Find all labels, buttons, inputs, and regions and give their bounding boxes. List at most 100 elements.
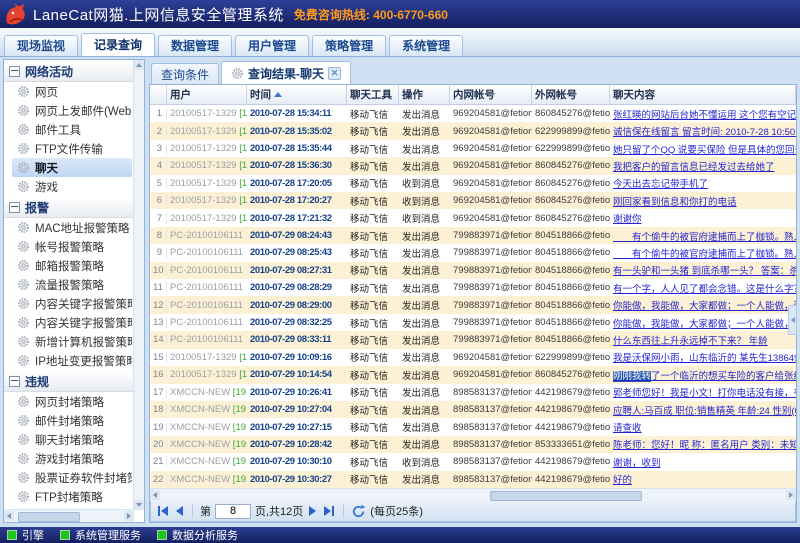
sidebar-item[interactable]: 流量报警策略: [12, 275, 132, 294]
sidebar-item[interactable]: FTP封堵策略: [12, 487, 132, 506]
content-tab-2[interactable]: 查询结果-聊天: [221, 61, 351, 84]
table-row[interactable]: 520100517-1329 [12010-07-28 17:20:05移动飞信…: [150, 175, 796, 192]
sidebar-item[interactable]: IP地址变更报警策略: [12, 351, 132, 370]
column-header-4[interactable]: 操作: [399, 85, 450, 104]
chat-content-link[interactable]: 你能做，我能做，大家都做；一个人能做，两: [613, 301, 796, 312]
sidebar-item[interactable]: 内容关键字报警策略.网: [12, 294, 132, 313]
chat-content-link[interactable]: 今天出去忘记带手机了: [613, 179, 708, 190]
chat-content-link[interactable]: 她只留了个QQ 说要买保险 但是具体的您回去: [613, 145, 796, 156]
nav-tab-3[interactable]: 数据管理: [158, 35, 232, 56]
column-header-6[interactable]: 外网帐号: [532, 85, 610, 104]
tree-section-header[interactable]: 网络活动: [4, 62, 134, 82]
scroll-right-arrow-icon[interactable]: [786, 490, 796, 500]
chat-content-link[interactable]: 我把客户的留言信息已经发过去给她了: [613, 162, 775, 173]
nav-tab-2[interactable]: 记录查询: [81, 33, 155, 56]
table-row[interactable]: 12PC-201001061112010-07-29 08:29:00移动飞信发…: [150, 296, 796, 313]
grid-horizontal-scrollbar[interactable]: [150, 488, 796, 501]
collapse-minus-icon[interactable]: [9, 66, 20, 77]
sidebar-item[interactable]: 帐号报警策略: [12, 237, 132, 256]
sidebar-item[interactable]: 网页: [12, 82, 132, 101]
last-page-button[interactable]: [322, 504, 336, 518]
refresh-icon[interactable]: [351, 504, 366, 519]
chat-content-link[interactable]: 应聘人:马百成 职位:销售精英 年龄:24 性别(0男: [613, 406, 796, 417]
nav-tab-4[interactable]: 用户管理: [235, 35, 309, 56]
chat-content-link[interactable]: 诚信保在线留言 留言时间: 2010-7-28 10:50:0: [613, 127, 796, 138]
table-row[interactable]: 21XMCCN-NEW [19:2010-07-29 10:30:10移动飞信收…: [150, 453, 796, 470]
scroll-up-arrow-icon[interactable]: [134, 60, 144, 70]
chat-content-link[interactable]: 谢谢，收到: [613, 458, 661, 469]
scrollbar-thumb[interactable]: [490, 491, 642, 501]
table-row[interactable]: 10PC-201001061112010-07-29 08:27:31移动飞信发…: [150, 262, 796, 279]
table-row[interactable]: 9PC-201001061112010-07-29 08:25:43移动飞信发出…: [150, 244, 796, 261]
sidebar-item[interactable]: 聊天封堵策略: [12, 430, 132, 449]
table-row[interactable]: 720100517-1329 [12010-07-28 17:21:32移动飞信…: [150, 209, 796, 226]
chat-content-link[interactable]: 有一头驴和一头猪 到底杀哪一头？ 答案：杀猪: [613, 266, 796, 277]
scroll-left-arrow-icon[interactable]: [4, 511, 14, 521]
column-header-5[interactable]: 内网帐号: [450, 85, 532, 104]
tree-section-header[interactable]: 报警: [4, 198, 134, 218]
nav-tab-6[interactable]: 系统管理: [389, 35, 463, 56]
chat-content-link[interactable]: 陈老师：您好！昵 称：匿名用户 类别：未知: [613, 440, 796, 451]
sidebar-item[interactable]: 股票证券软件封堵策略: [12, 468, 132, 487]
content-tab-1[interactable]: 查询条件: [151, 63, 219, 84]
table-row[interactable]: 620100517-1329 [12010-07-28 17:20:27移动飞信…: [150, 192, 796, 209]
table-row[interactable]: 120100517-1329 [12010-07-28 15:34:11移动飞信…: [150, 105, 796, 122]
tree-section-header[interactable]: 违规: [4, 372, 134, 392]
scroll-down-arrow-icon[interactable]: [134, 500, 144, 510]
chat-content-link[interactable]: 刚刚我转了一个临沂的想买车险的客户给张红: [613, 371, 796, 382]
table-row[interactable]: 1520100517-1329 [12010-07-29 10:09:16移动飞…: [150, 349, 796, 366]
chat-content-link[interactable]: 有一个字，人人见了都会念错。这是什么字？: [613, 284, 796, 295]
table-row[interactable]: 22XMCCN-NEW [19:2010-07-29 10:30:27移动飞信发…: [150, 471, 796, 488]
table-row[interactable]: 1620100517-1329 [12010-07-29 10:14:54移动飞…: [150, 366, 796, 383]
close-icon[interactable]: [328, 67, 341, 80]
sidebar-item[interactable]: 邮件封堵策略: [12, 411, 132, 430]
chat-content-link[interactable]: 你能做，我能做，大家都做；一个人能做，两: [613, 319, 796, 330]
sidebar-item[interactable]: 游戏: [12, 177, 132, 196]
page-number-input[interactable]: [215, 504, 251, 519]
chat-content-link[interactable]: 谢谢你: [613, 214, 642, 225]
collapse-minus-icon[interactable]: [9, 202, 20, 213]
table-row[interactable]: 420100517-1329 [12010-07-28 15:36:30移动飞信…: [150, 157, 796, 174]
column-header-7[interactable]: 聊天内容: [610, 85, 796, 104]
sidebar-item[interactable]: 网页上发邮件(Web Mai: [12, 101, 132, 120]
sidebar-item[interactable]: 邮件工具: [12, 120, 132, 139]
sidebar-item[interactable]: FTP文件传输: [12, 139, 132, 158]
scroll-left-arrow-icon[interactable]: [150, 490, 160, 500]
chat-content-link[interactable]: 刚回家看到信息和你打的电话: [613, 197, 737, 208]
table-row[interactable]: 18XMCCN-NEW [19:2010-07-29 10:27:04移动飞信发…: [150, 401, 796, 418]
table-row[interactable]: 13PC-201001061112010-07-29 08:32:25移动飞信发…: [150, 314, 796, 331]
prev-page-button[interactable]: [174, 504, 185, 518]
sidebar-horizontal-scrollbar[interactable]: [4, 509, 134, 522]
chat-content-link[interactable]: 什么东西往上升永远掉不下来？ 年龄: [613, 336, 768, 347]
chat-content-link[interactable]: 有个偷牛的被官府逮捕而上了枷锁。熟人!: [613, 232, 796, 243]
collapse-minus-icon[interactable]: [9, 376, 20, 387]
column-header-1[interactable]: 用户: [167, 85, 247, 104]
panel-collapse-handle[interactable]: [788, 305, 797, 335]
next-page-button[interactable]: [307, 504, 318, 518]
table-row[interactable]: 320100517-1329 [12010-07-28 15:35:44移动飞信…: [150, 140, 796, 157]
table-row[interactable]: 19XMCCN-NEW [19:2010-07-29 10:27:15移动飞信发…: [150, 418, 796, 435]
sidebar-item[interactable]: 网页封堵策略: [12, 392, 132, 411]
sidebar-item[interactable]: 新增计算机报警策略: [12, 332, 132, 351]
scrollbar-thumb[interactable]: [18, 512, 80, 522]
sidebar-item[interactable]: 聊天: [12, 158, 132, 177]
chat-content-link[interactable]: 好的: [613, 475, 632, 486]
sidebar-item[interactable]: MAC地址报警策略: [12, 218, 132, 237]
column-header-2[interactable]: 时间: [247, 85, 347, 104]
sidebar-item[interactable]: 内容关键字报警策略.邮: [12, 313, 132, 332]
table-row[interactable]: 14PC-201001061112010-07-29 08:33:11移动飞信发…: [150, 331, 796, 348]
table-row[interactable]: 17XMCCN-NEW [19:2010-07-29 10:26:41移动飞信发…: [150, 384, 796, 401]
chat-content-link[interactable]: 张红暎的网站后台她不懂运用 这个您有空记得: [613, 110, 796, 121]
column-header-3[interactable]: 聊天工具: [347, 85, 399, 104]
table-row[interactable]: 20XMCCN-NEW [19:2010-07-29 10:28:42移动飞信发…: [150, 436, 796, 453]
sidebar-vertical-scrollbar[interactable]: [133, 60, 144, 510]
sidebar-item[interactable]: 邮箱报警策略: [12, 256, 132, 275]
sidebar-item[interactable]: 游戏封堵策略: [12, 449, 132, 468]
table-row[interactable]: 8PC-201001061112010-07-29 08:24:43移动飞信发出…: [150, 227, 796, 244]
chat-content-link[interactable]: 有个偷牛的被官府逮捕而上了枷锁。熟人!: [613, 249, 796, 260]
scroll-right-arrow-icon[interactable]: [124, 511, 134, 521]
nav-tab-5[interactable]: 策略管理: [312, 35, 386, 56]
table-row[interactable]: 220100517-1329 [12010-07-28 15:35:02移动飞信…: [150, 122, 796, 139]
chat-content-link[interactable]: 我是沃保网小雨，山东临沂的 某先生1386497: [613, 353, 796, 364]
first-page-button[interactable]: [156, 504, 170, 518]
